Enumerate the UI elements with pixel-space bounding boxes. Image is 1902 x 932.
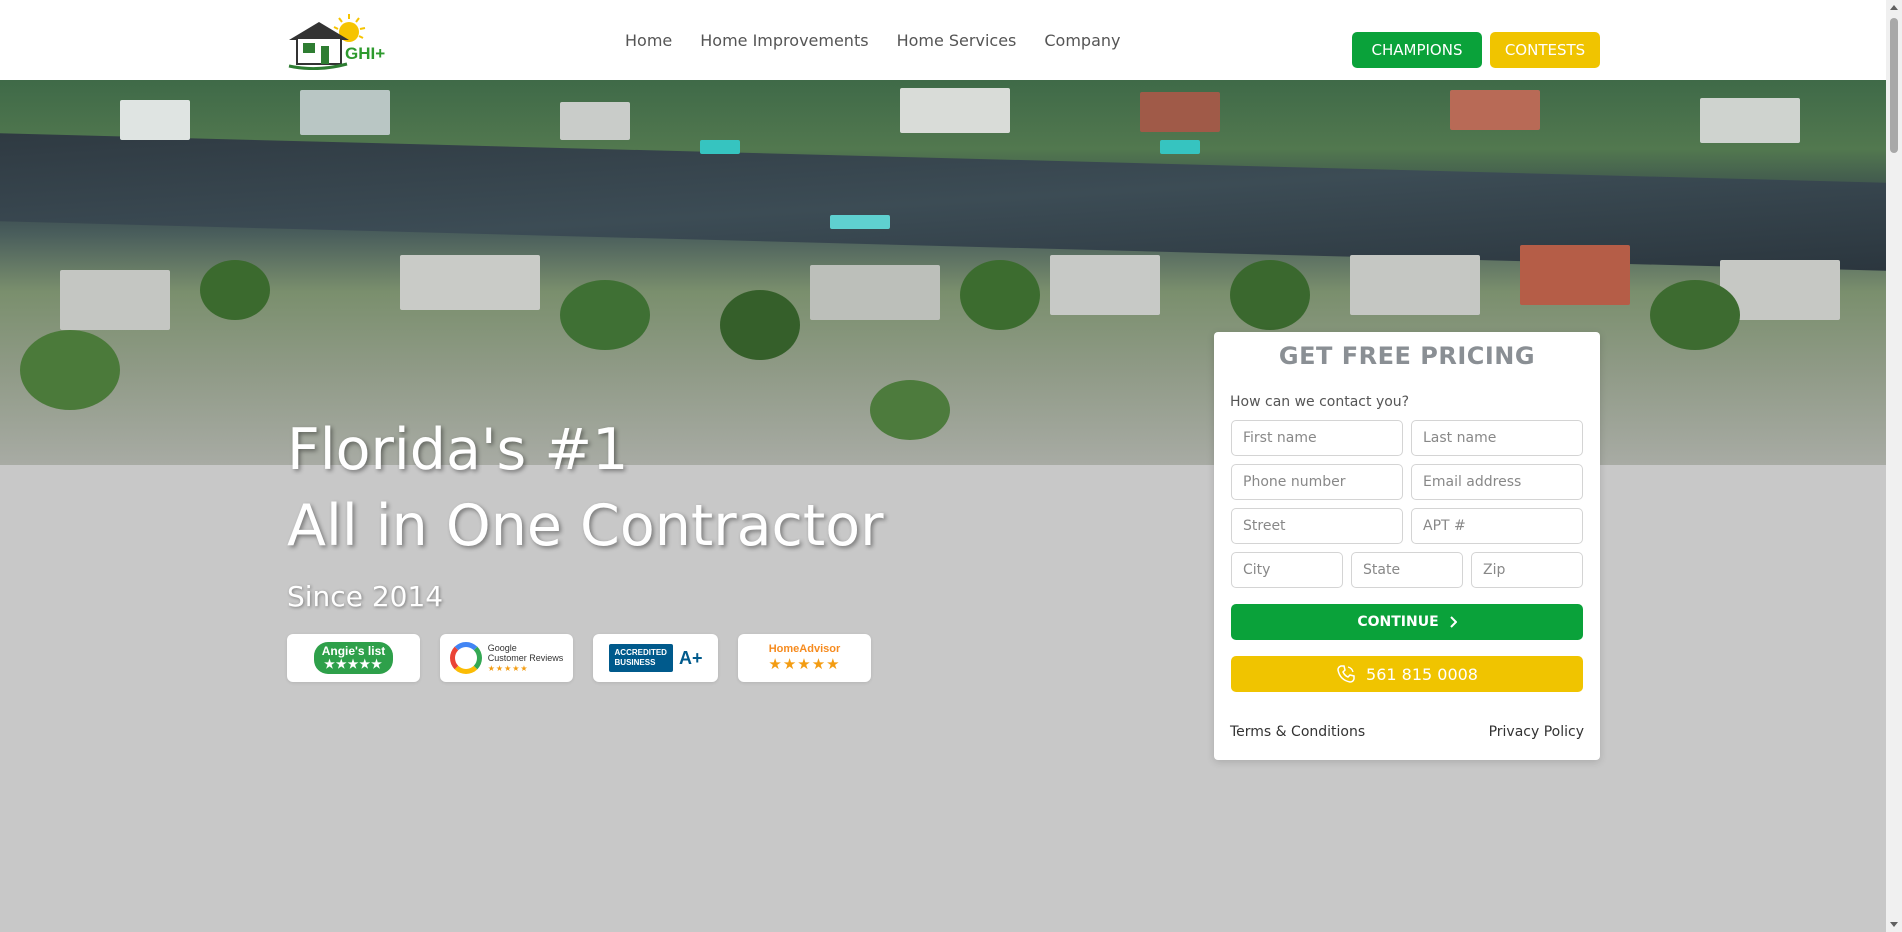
continue-button[interactable]: CONTINUE: [1231, 604, 1583, 640]
nav-home[interactable]: Home: [625, 31, 672, 50]
bbb-grade: A+: [678, 647, 703, 668]
pricing-form-card: GET FREE PRICING How can we contact you?…: [1214, 332, 1600, 760]
apt-field[interactable]: [1411, 508, 1583, 544]
nav-home-improvements[interactable]: Home Improvements: [700, 31, 868, 50]
phone-icon: [1337, 665, 1355, 683]
angies-list-logo: Angie's list ★★★★★: [313, 642, 394, 674]
bbb-line2: BUSINESS: [614, 658, 656, 667]
champions-button[interactable]: CHAMPIONS: [1352, 32, 1482, 68]
google-reviews-badge[interactable]: Google Customer Reviews ★★★★★: [440, 634, 573, 682]
homeadvisor-label: HomeAdvisor: [768, 643, 841, 655]
scroll-thumb[interactable]: [1890, 18, 1898, 153]
google-reviews-text: Google Customer Reviews ★★★★★: [488, 643, 564, 674]
street-field[interactable]: [1231, 508, 1403, 544]
star-icon: ★★★★★: [487, 663, 529, 673]
form-question: How can we contact you?: [1230, 394, 1410, 410]
trust-badges: Angie's list ★★★★★ Google Customer Revie…: [287, 634, 871, 682]
phone-field[interactable]: [1231, 464, 1403, 500]
bbb-logo: ACCREDITED BUSINESS: [608, 644, 673, 672]
first-name-field[interactable]: [1231, 420, 1403, 456]
last-name-field[interactable]: [1411, 420, 1583, 456]
zip-field[interactable]: [1471, 552, 1583, 588]
call-phone-button[interactable]: 561 815 0008: [1231, 656, 1583, 692]
hero-title: Florida's #1 All in One Contractor: [287, 412, 884, 564]
continue-label: CONTINUE: [1357, 614, 1439, 630]
homeadvisor-badge[interactable]: HomeAdvisor ★★★★★: [738, 634, 871, 682]
homeadvisor-logo: HomeAdvisor ★★★★★: [768, 643, 840, 673]
hero-image: [0, 80, 1886, 465]
google-label: Google: [487, 642, 517, 653]
state-field[interactable]: [1351, 552, 1463, 588]
bbb-badge[interactable]: ACCREDITED BUSINESS A+: [593, 634, 718, 682]
city-field[interactable]: [1231, 552, 1343, 588]
chevron-right-icon: [1449, 616, 1457, 628]
privacy-link[interactable]: Privacy Policy: [1489, 724, 1584, 740]
bbb-line1: ACCREDITED: [614, 648, 667, 657]
contests-button[interactable]: CONTESTS: [1490, 32, 1600, 68]
site-header: GHI+ Home Home Improvements Home Service…: [0, 0, 1886, 80]
form-title: GET FREE PRICING: [1278, 342, 1536, 370]
page-scrollbar[interactable]: [1886, 0, 1902, 932]
since-text: Since 2014: [287, 580, 444, 613]
logo-text: GHI+: [345, 44, 386, 63]
google-check-icon: [449, 642, 482, 674]
main-nav: Home Home Improvements Home Services Com…: [625, 0, 1121, 80]
scroll-down-icon[interactable]: [1890, 922, 1898, 927]
terms-link[interactable]: Terms & Conditions: [1230, 724, 1365, 740]
ghi-logo[interactable]: GHI+: [287, 10, 387, 71]
nav-home-services[interactable]: Home Services: [897, 31, 1017, 50]
scroll-up-icon[interactable]: [1890, 5, 1898, 10]
hero-title-line1: Florida's #1: [287, 417, 629, 483]
angies-list-badge[interactable]: Angie's list ★★★★★: [287, 634, 420, 682]
nav-company[interactable]: Company: [1044, 31, 1120, 50]
customer-reviews-label: Customer Reviews: [487, 652, 564, 663]
star-icon: ★★★★★: [768, 656, 841, 673]
email-field[interactable]: [1411, 464, 1583, 500]
phone-number-label: 561 815 0008: [1366, 664, 1478, 684]
hero-title-line2: All in One Contractor: [287, 493, 884, 559]
angies-list-label: Angie's list: [321, 644, 386, 658]
star-icon: ★★★★★: [324, 657, 383, 671]
